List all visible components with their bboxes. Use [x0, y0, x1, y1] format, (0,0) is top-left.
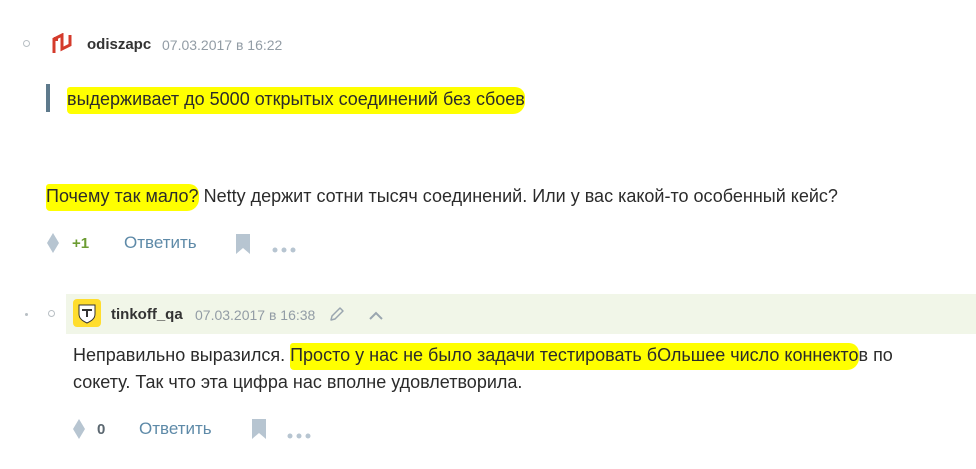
bookmark-icon[interactable] [236, 234, 250, 259]
comment-timestamp[interactable]: 07.03.2017 в 16:38 [195, 307, 315, 323]
body-highlight: Почему так мало? [46, 184, 199, 211]
quoted-text: выдерживает до 5000 открытых соединений … [67, 84, 525, 114]
comment-author[interactable]: odiszapc [87, 36, 151, 53]
tinkoff-logo-avatar[interactable] [73, 299, 101, 327]
reply-button[interactable]: Ответить [139, 419, 212, 439]
body-highlight: Просто у нас не было задачи тестировать … [290, 343, 859, 370]
identicon-icon [52, 32, 72, 53]
more-icon[interactable] [272, 240, 296, 258]
thread-marker [48, 310, 55, 317]
quote-bar [46, 84, 50, 112]
vote-icon[interactable] [47, 233, 59, 258]
more-icon[interactable] [287, 426, 311, 444]
comment-timestamp[interactable]: 07.03.2017 в 16:22 [162, 37, 282, 53]
thread-dot [25, 313, 28, 316]
edit-icon[interactable] [329, 306, 345, 327]
vote-icon[interactable] [73, 419, 85, 444]
reply-button[interactable]: Ответить [124, 233, 197, 253]
body-text: в по [858, 345, 893, 365]
odiszapc-identicon[interactable] [52, 32, 72, 55]
chevron-up-icon[interactable] [368, 308, 384, 326]
comment-body: Почему так мало? Netty держит сотни тыся… [46, 181, 838, 211]
body-text: Netty держит сотни тысяч соединений. Или… [198, 186, 838, 206]
thread-marker [23, 40, 30, 47]
comment-body: Неправильно выразился. Просто у нас не б… [73, 340, 893, 370]
comment-author[interactable]: tinkoff_qa [111, 306, 183, 323]
body-text: Неправильно выразился. [73, 345, 291, 365]
quote-highlight: выдерживает до 5000 открытых соединений … [67, 87, 525, 114]
vote-count: +1 [72, 235, 90, 252]
comment-body-line-2: сокету. Так что эта цифра нас вполне удо… [73, 372, 523, 392]
vote-count: 0 [97, 421, 106, 438]
tinkoff-logo-icon [78, 304, 96, 324]
bookmark-icon[interactable] [252, 419, 266, 444]
